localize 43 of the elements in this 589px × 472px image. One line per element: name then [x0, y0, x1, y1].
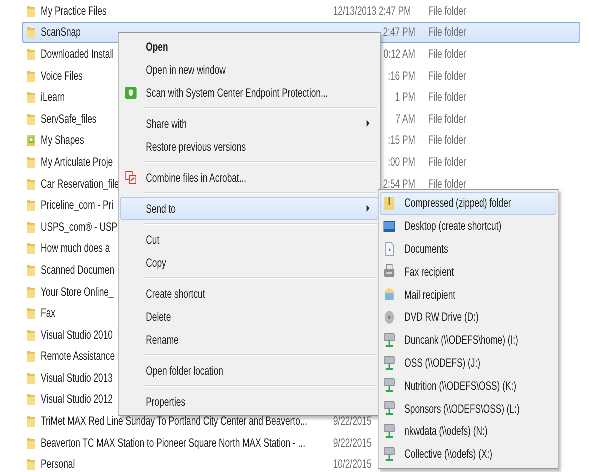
- file-name: ServSafe_files: [41, 112, 97, 126]
- file-name: Downloaded Install: [41, 46, 114, 61]
- file-name: Voice Files: [41, 68, 83, 83]
- file-name: Visual Studio 2012: [41, 392, 113, 406]
- file-type: File folder: [428, 46, 466, 61]
- file-type: File folder: [428, 176, 466, 191]
- file-date: :16 PM: [388, 68, 416, 83]
- file-name: My Shapes: [41, 133, 84, 148]
- file-name: iLearn: [41, 90, 66, 104]
- file-date: 7 AM: [396, 112, 416, 126]
- file-date: 1 PM: [395, 90, 416, 104]
- file-type: File folder: [428, 68, 466, 83]
- file-type: File folder: [428, 133, 466, 148]
- file-type: File folder: [428, 25, 466, 40]
- file-date: 9/22/2015: [333, 414, 372, 428]
- file-name: Scanned Documen: [41, 262, 115, 277]
- file-name: Your Store Online_: [41, 284, 114, 299]
- file-type: File folder: [428, 112, 466, 126]
- file-name: My Practice Files: [41, 4, 107, 18]
- file-type: File folder: [428, 90, 466, 104]
- file-name: Remote Assistance: [41, 349, 115, 364]
- file-name: TriMet MAX Red Line Sunday To Portland City Center and Beaverto...: [41, 414, 308, 428]
- file-name: How much does a: [41, 241, 110, 256]
- file-date: 2:47 PM: [383, 25, 416, 40]
- file-name: Priceline_com - Pri: [41, 198, 114, 212]
- file-name: Fax: [41, 306, 56, 320]
- file-date: 9/22/2015: [333, 436, 372, 450]
- file-name: Personal: [41, 457, 76, 472]
- file-date: 2:54 PM: [383, 176, 416, 191]
- file-date: 0:12 AM: [384, 46, 416, 61]
- file-date: :15 PM: [388, 133, 416, 148]
- file-name: USPS_com® - USP: [41, 220, 118, 234]
- file-type: File folder: [428, 4, 466, 18]
- file-type: File folder: [428, 154, 466, 169]
- file-name: Visual Studio 2010: [41, 328, 113, 342]
- file-name: Visual Studio 2013: [41, 370, 113, 385]
- file-name: ScanSnap: [41, 25, 81, 40]
- file-name: Beaverton TC MAX Station to Pioneer Square North MAX Station - ...: [41, 436, 306, 450]
- file-date: :00 PM: [388, 154, 416, 169]
- file-date: 12/13/2013 2:47 PM: [333, 4, 412, 18]
- file-name: My Articulate Proje: [41, 154, 114, 169]
- file-date: 10/2/2015: [333, 457, 372, 472]
- file-name: Car Reservation_file: [41, 176, 120, 191]
